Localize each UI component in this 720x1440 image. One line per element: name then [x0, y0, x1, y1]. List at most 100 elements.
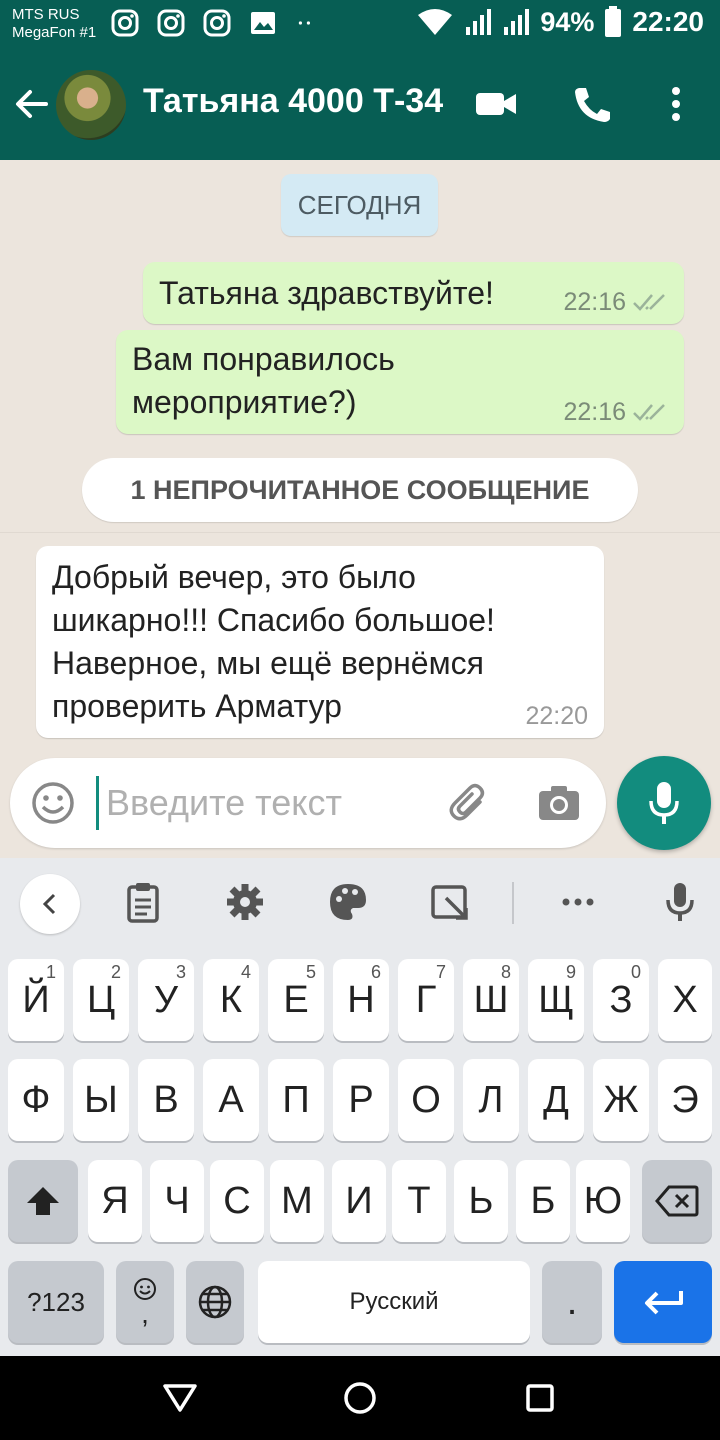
emoji-comma-key[interactable]: ,	[116, 1261, 174, 1343]
key-т[interactable]: Т	[392, 1160, 446, 1242]
key-label: Р	[348, 1078, 374, 1121]
key-label: К	[219, 978, 243, 1021]
message-bubble-incoming[interactable]: Добрый вечер, это было шикарно!!! Спасиб…	[36, 546, 604, 738]
contact-name[interactable]: Татьяна 4000 Т-34	[143, 82, 443, 121]
record-voice-button[interactable]	[617, 756, 711, 850]
enter-key[interactable]	[614, 1261, 712, 1343]
key-label: Ш	[473, 978, 509, 1021]
clipboard-icon[interactable]	[121, 880, 165, 924]
message-text: Татьяна здравствуйте!	[159, 275, 494, 311]
key-ю[interactable]: Ю	[576, 1160, 630, 1242]
key-д[interactable]: Д	[528, 1059, 584, 1141]
key-hint: 7	[435, 962, 446, 982]
message-line: Вам понравилось	[132, 341, 395, 377]
voice-input-icon[interactable]	[658, 880, 702, 924]
key-з[interactable]: З0	[593, 959, 649, 1041]
system-navigation-bar	[0, 1356, 720, 1440]
video-call-icon[interactable]	[474, 84, 518, 124]
message-meta: 22:16	[563, 288, 668, 316]
key-л[interactable]: Л	[463, 1059, 519, 1141]
key-label: Л	[478, 1078, 504, 1121]
contact-avatar[interactable]	[56, 70, 126, 140]
more-horiz-icon[interactable]	[556, 880, 600, 924]
key-у[interactable]: У3	[138, 959, 194, 1041]
key-ж[interactable]: Ж	[593, 1059, 649, 1141]
key-р[interactable]: Р	[333, 1059, 389, 1141]
key-label: Й	[22, 978, 50, 1021]
key-ь[interactable]: Ь	[454, 1160, 508, 1242]
chat-area[interactable]: СЕГОДНЯ Татьяна здравствуйте! 22:16 Вам …	[0, 160, 720, 858]
key-ф[interactable]: Ф	[8, 1059, 64, 1141]
key-м[interactable]: М	[270, 1160, 324, 1242]
attach-icon[interactable]	[446, 780, 492, 826]
key-и[interactable]: И	[332, 1160, 386, 1242]
signal-icon	[504, 9, 530, 35]
back-arrow-icon[interactable]	[14, 86, 50, 122]
message-input[interactable]: Введите текст	[106, 782, 342, 824]
key-к[interactable]: К4	[203, 959, 259, 1041]
emoji-icon[interactable]	[30, 780, 76, 826]
key-label: В	[153, 1078, 179, 1121]
key-label: .	[566, 1280, 578, 1323]
key-е[interactable]: Е5	[268, 959, 324, 1041]
key-hint: 5	[305, 962, 316, 982]
symbols-key[interactable]: ?123	[8, 1261, 104, 1343]
key-о[interactable]: О	[398, 1059, 454, 1141]
key-label: А	[218, 1078, 244, 1121]
message-composer[interactable]: Введите текст	[10, 758, 606, 848]
key-label: С	[223, 1179, 251, 1222]
key-щ[interactable]: Щ9	[528, 959, 584, 1041]
image-icon	[251, 12, 275, 34]
battery-icon	[605, 6, 622, 37]
mic-icon	[649, 782, 679, 824]
key-й[interactable]: Й1	[8, 959, 64, 1041]
message-time: 22:20	[525, 702, 588, 730]
phone-icon[interactable]	[570, 84, 614, 124]
key-label: З	[609, 978, 633, 1021]
key-ч[interactable]: Ч	[150, 1160, 204, 1242]
key-label: Ц	[86, 978, 116, 1021]
key-н[interactable]: Н6	[333, 959, 389, 1041]
message-bubble-outgoing[interactable]: Вам понравилось мероприятие?) 22:16	[116, 330, 684, 434]
instagram-icon	[157, 9, 185, 37]
key-б[interactable]: Б	[516, 1160, 570, 1242]
key-hint: 4	[240, 962, 251, 982]
shift-icon	[27, 1187, 59, 1215]
resize-icon[interactable]	[428, 880, 472, 924]
key-label: Ю	[583, 1179, 623, 1222]
settings-icon[interactable]	[223, 880, 267, 924]
recents-icon[interactable]	[520, 1378, 560, 1418]
period-key[interactable]: .	[542, 1261, 602, 1343]
wifi-icon	[418, 9, 453, 35]
key-ш[interactable]: Ш8	[463, 959, 519, 1041]
key-я[interactable]: Я	[88, 1160, 142, 1242]
key-в[interactable]: В	[138, 1059, 194, 1141]
message-bubble-outgoing[interactable]: Татьяна здравствуйте! 22:16	[143, 262, 684, 324]
key-label: П	[282, 1078, 310, 1121]
backspace-key[interactable]	[642, 1160, 712, 1242]
key-а[interactable]: А	[203, 1059, 259, 1141]
camera-icon[interactable]	[536, 780, 582, 826]
key-г[interactable]: Г7	[398, 959, 454, 1041]
palette-icon[interactable]	[326, 880, 370, 924]
home-icon[interactable]	[340, 1378, 380, 1418]
key-х[interactable]: Х	[658, 959, 712, 1041]
key-п[interactable]: П	[268, 1059, 324, 1141]
more-vert-icon[interactable]	[654, 84, 698, 124]
carrier-line-2: MegaFon #1	[12, 24, 97, 41]
message-text: Вам понравилось мероприятие?)	[132, 338, 395, 424]
shift-key[interactable]	[8, 1160, 78, 1242]
read-ticks-icon	[633, 404, 665, 421]
key-label: Е	[283, 978, 309, 1021]
dots-icon	[298, 21, 310, 25]
space-key[interactable]: Русский	[258, 1261, 530, 1343]
key-ц[interactable]: Ц2	[73, 959, 129, 1041]
key-ы[interactable]: Ы	[73, 1059, 129, 1141]
back-icon[interactable]	[160, 1378, 200, 1418]
key-label: Ч	[164, 1179, 190, 1222]
toolbar-collapse-button[interactable]	[20, 874, 80, 934]
key-э[interactable]: Э	[658, 1059, 712, 1141]
key-label: Г	[415, 978, 437, 1021]
key-с[interactable]: С	[210, 1160, 264, 1242]
language-key[interactable]	[186, 1261, 244, 1343]
